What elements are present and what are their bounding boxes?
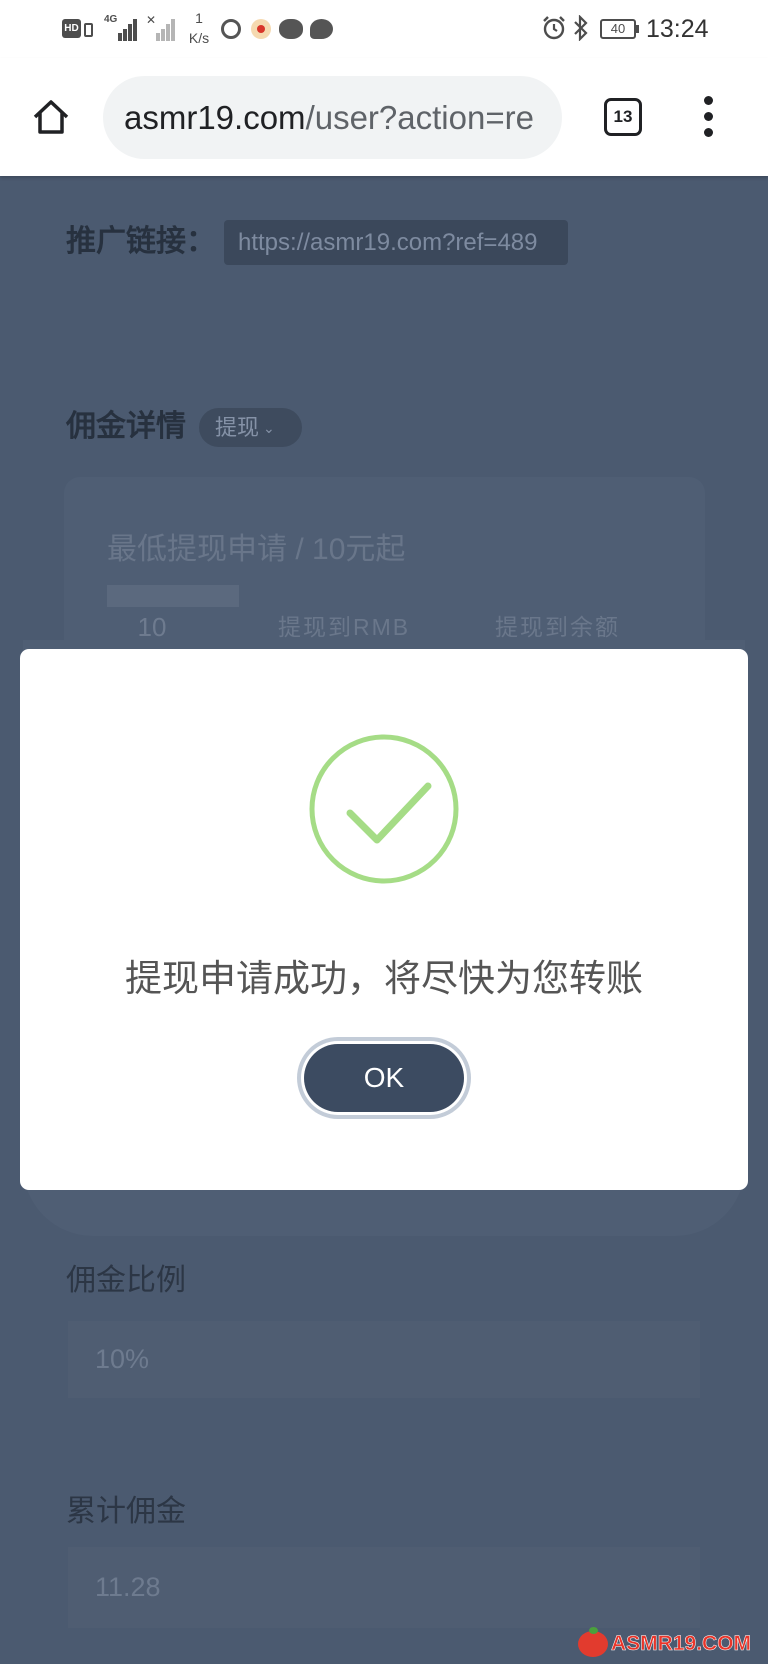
url-path: /user?action=re [305, 99, 534, 136]
network-speed-value: 1 [195, 10, 203, 26]
browser-toolbar: asmr19.com/user?action=re 13 [0, 58, 768, 176]
rate-label: 佣金比例 [66, 1264, 186, 1297]
referral-label: 推广链接： [66, 225, 216, 258]
alarm-icon [543, 16, 565, 40]
home-icon[interactable] [30, 96, 72, 138]
amount-input-border [107, 585, 239, 607]
url-host: asmr19.com [124, 99, 306, 136]
battery-tip [636, 25, 639, 33]
tomato-logo-icon [578, 1627, 608, 1657]
ok-button[interactable]: OK [304, 1044, 464, 1112]
withdraw-hint: 最低提现申请 / 10元起 [107, 533, 406, 566]
clock: 13:24 [646, 15, 709, 43]
more-vert-icon [704, 96, 713, 105]
rate-field: 10% [68, 1321, 700, 1398]
network-speed: 1 K/s [184, 8, 214, 48]
watermark-text: ASMR19.COM [611, 1632, 752, 1656]
network-speed-unit: K/s [188, 30, 210, 46]
hd-icon: HD [62, 19, 81, 38]
signal-4g-icon: 4G [104, 15, 138, 41]
hd-voice-icon [84, 23, 93, 37]
commission-mode-label: 提现 [215, 415, 260, 440]
app-notification-icon [221, 19, 241, 39]
message-icon [310, 19, 333, 39]
wechat-icon [279, 19, 303, 39]
status-bar: HD 4G ✕ 1 K/s 40 13:24 [0, 0, 768, 58]
withdraw-balance-button[interactable]: 提现到余额 [495, 610, 620, 644]
app-notification-icon [251, 19, 271, 39]
watermark: ASMR19.COM [578, 1627, 752, 1661]
withdraw-amount-input[interactable] [107, 610, 197, 644]
network-type: 4G [104, 14, 118, 25]
chevron-down-icon: ⌄ [263, 420, 275, 436]
tab-switcher-button[interactable]: 13 [604, 98, 642, 136]
total-commission-label: 累计佣金 [66, 1495, 186, 1528]
address-bar[interactable]: asmr19.com/user?action=re [103, 76, 562, 159]
battery-icon: 40 [600, 19, 636, 39]
withdraw-rmb-button[interactable]: 提现到RMB [278, 610, 410, 644]
bluetooth-icon [574, 15, 588, 41]
commission-mode-dropdown[interactable]: 提现 ⌄ [199, 408, 302, 447]
signal-no-service-icon: ✕ [146, 14, 180, 41]
browser-menu-button[interactable] [696, 88, 722, 146]
success-dialog: 提现申请成功，将尽快为您转账 OK [20, 649, 748, 1190]
success-check-icon [309, 734, 459, 884]
commission-title: 佣金详情 [66, 410, 186, 443]
referral-link[interactable]: https://asmr19.com?ref=489 [224, 220, 568, 265]
dialog-message: 提现申请成功，将尽快为您转账 [125, 958, 643, 999]
total-commission-field: 11.28 [68, 1547, 700, 1628]
